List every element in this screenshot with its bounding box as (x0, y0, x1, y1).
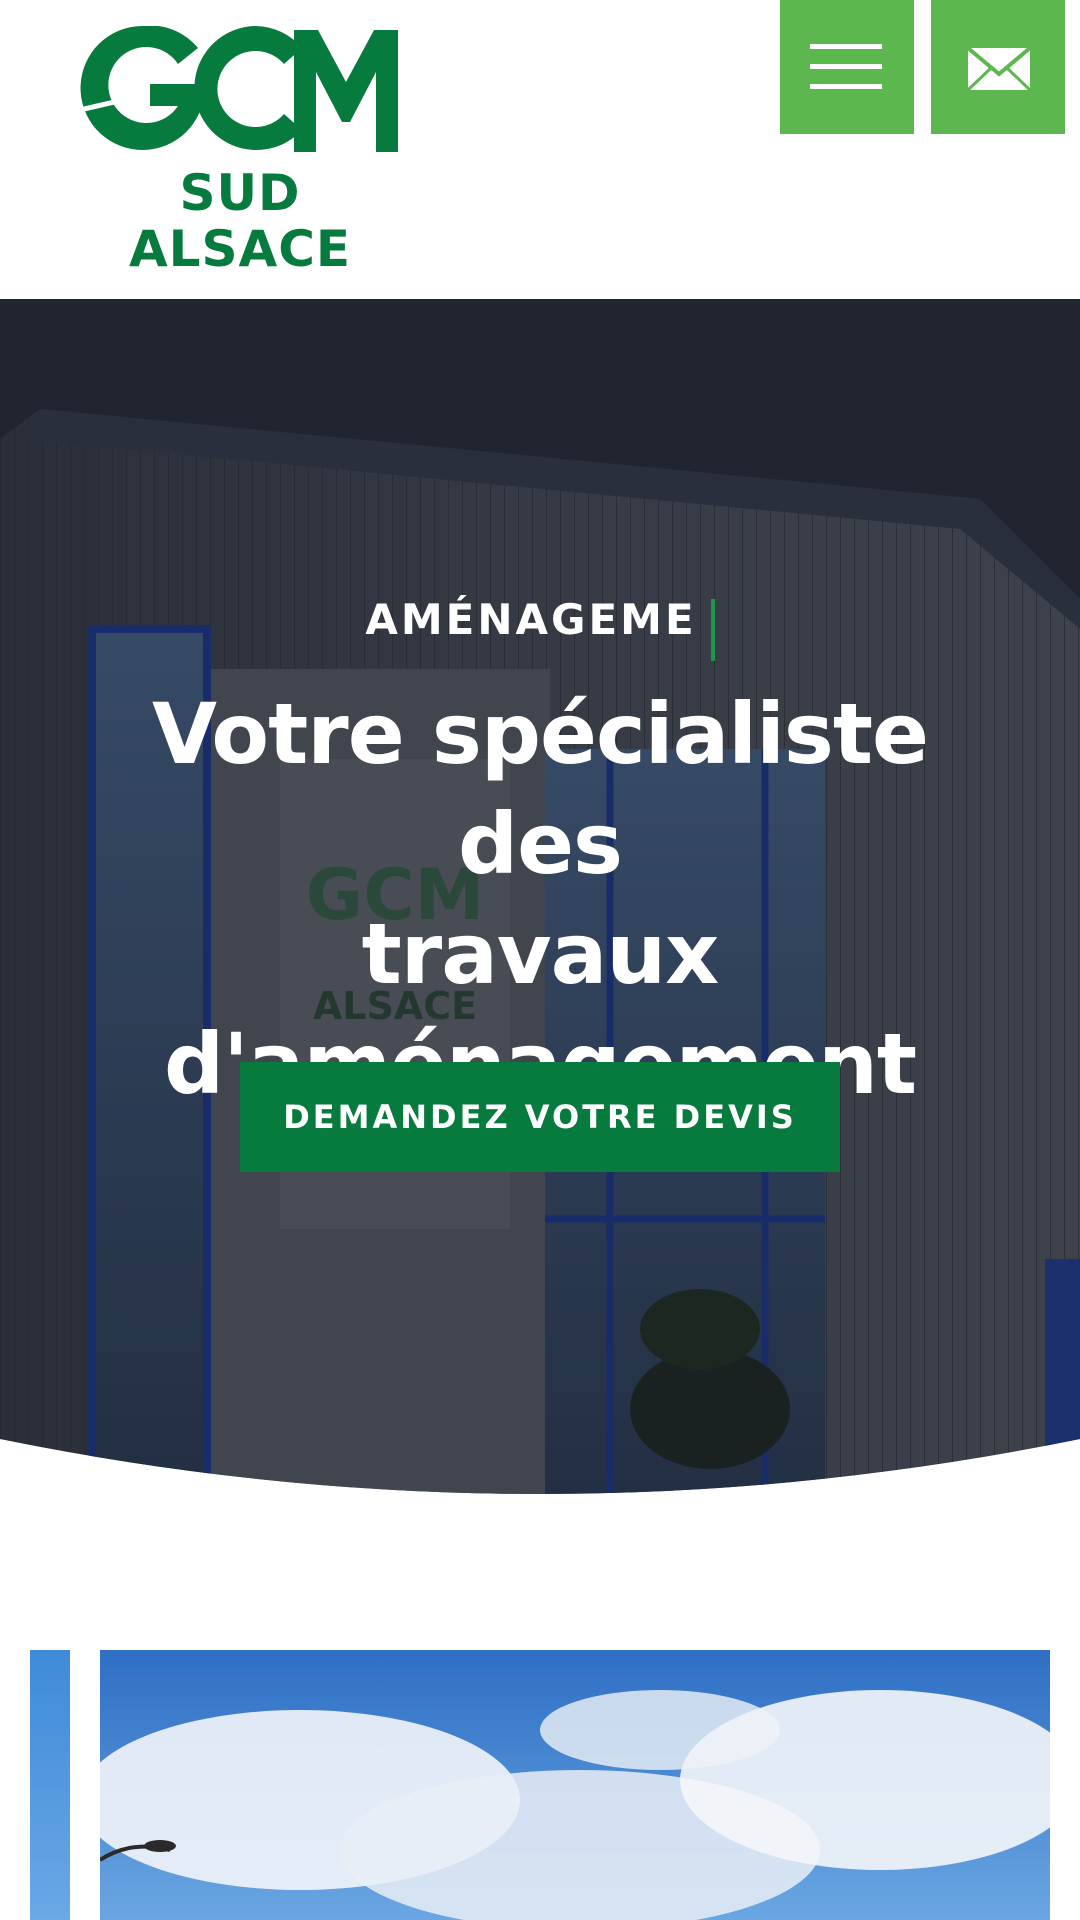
contact-mail-button[interactable] (931, 0, 1065, 134)
slide-previous-peek[interactable] (30, 1650, 70, 1920)
typing-cursor (710, 598, 715, 661)
envelope-icon (966, 46, 1032, 92)
hero-headline-line-2: travaux (361, 905, 720, 1003)
hero-headline: Votre spécialiste des travaux d'aménagem… (60, 679, 1020, 1119)
logo-line-alsace: ALSACE (128, 220, 352, 278)
site-header: SUD ALSACE (0, 0, 1080, 299)
slide-current[interactable] (100, 1650, 1050, 1920)
sky-photo (100, 1650, 1050, 1920)
hamburger-bar (810, 84, 882, 89)
hero-eyebrow-text: AMÉNAGEME (365, 595, 697, 644)
hamburger-menu-icon (810, 44, 882, 49)
request-quote-button[interactable]: DEMANDEZ VOTRE DEVIS (240, 1062, 840, 1172)
menu-button[interactable] (780, 0, 914, 134)
hero-headline-line-1: Votre spécialiste des (152, 685, 929, 893)
logo-line-sud: SUD (179, 164, 301, 222)
gcm-logo[interactable]: SUD ALSACE (80, 26, 400, 276)
hamburger-bar (810, 64, 882, 69)
image-slider (0, 1650, 1080, 1920)
hero-eyebrow: AMÉNAGEME (0, 595, 1080, 661)
gcm-logo-mark (80, 26, 398, 152)
hero-section: GCM ALSACE AMÉNAGEME Votre spécialiste d… (0, 299, 1080, 1499)
